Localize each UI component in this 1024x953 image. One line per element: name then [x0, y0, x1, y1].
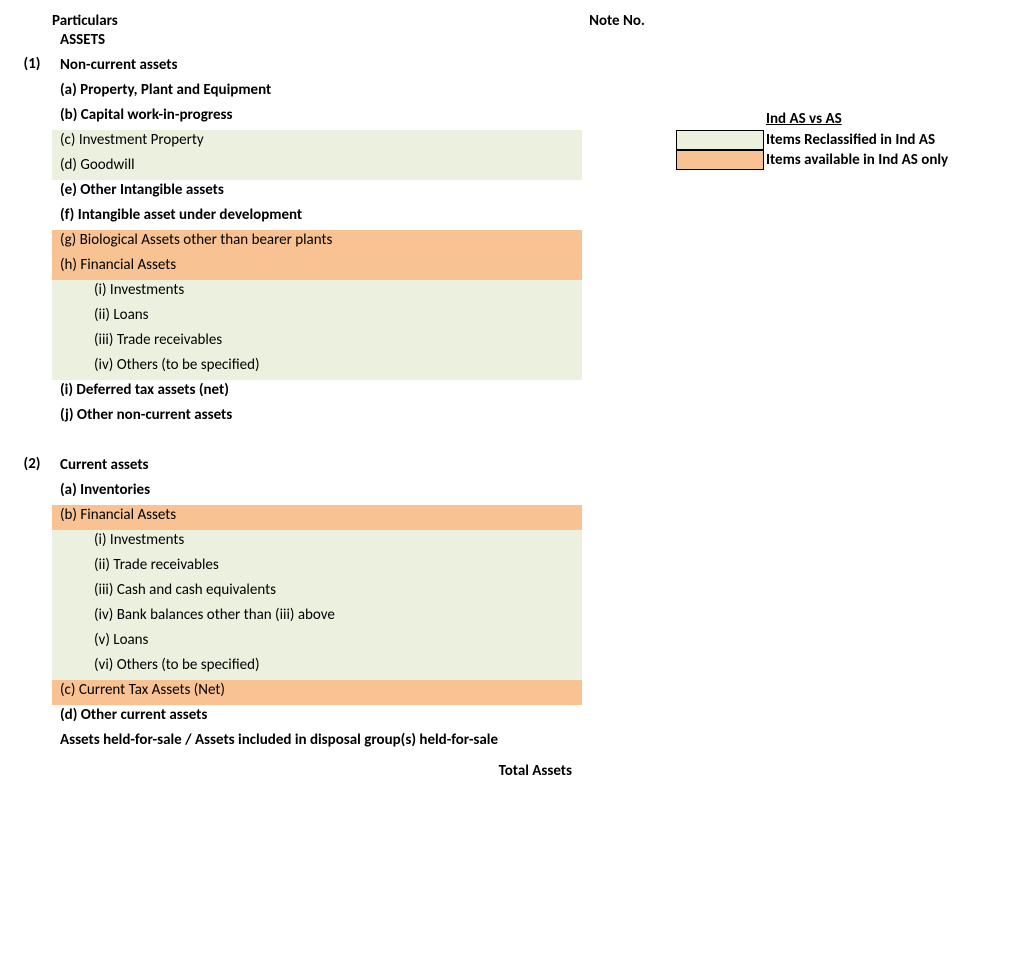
- note-cell: [582, 705, 652, 730]
- note-cell: [582, 305, 652, 330]
- row-index: [12, 305, 52, 330]
- note-cell: [582, 655, 652, 680]
- note-cell: [582, 630, 652, 655]
- table-row: (ii) Loans: [52, 305, 582, 330]
- table-row: (a) Property, Plant and Equipment: [52, 80, 582, 105]
- note-cell: [582, 555, 652, 580]
- table-row: (iv) Bank balances other than (iii) abov…: [52, 605, 582, 630]
- table-row: (iv) Others (to be specified): [52, 355, 582, 380]
- table-row: (f) Intangible asset under development: [52, 205, 582, 230]
- table-row: (i) Deferred tax assets (net): [52, 380, 582, 405]
- note-cell: [582, 205, 652, 230]
- note-cell: [582, 280, 652, 305]
- note-cell: [582, 605, 652, 630]
- row-index: [12, 105, 52, 130]
- row-index: [12, 555, 52, 580]
- row-index: [12, 480, 52, 505]
- row-index: [12, 155, 52, 180]
- table-row: (d) Goodwill: [52, 155, 582, 180]
- note-cell: [582, 455, 652, 480]
- note-cell: [582, 105, 652, 130]
- note-cell: [582, 730, 652, 755]
- header-particulars: Particulars: [52, 12, 582, 30]
- total-row: Total Assets: [52, 755, 582, 787]
- table-row: (iii) Cash and cash equivalents: [52, 580, 582, 605]
- assets-table: ParticularsNote No.ASSETS(1)Non-current …: [12, 12, 652, 787]
- row-index: [12, 705, 52, 730]
- table-row: (b) Capital work-in-progress: [52, 105, 582, 130]
- table-row: (iii) Trade receivables: [52, 330, 582, 355]
- note-cell: [582, 55, 652, 80]
- row-index: [12, 280, 52, 305]
- note-cell: [582, 355, 652, 380]
- row-index: [12, 80, 52, 105]
- note-cell: [582, 480, 652, 505]
- table-row: (b) Financial Assets: [52, 505, 582, 530]
- legend-swatch: [676, 130, 764, 150]
- note-cell: [582, 230, 652, 255]
- table-row: (vi) Others (to be specified): [52, 655, 582, 680]
- note-cell: [582, 155, 652, 180]
- legend-label: Items Reclassified in Ind AS: [766, 131, 935, 149]
- legend-row: Items Reclassified in Ind AS: [676, 130, 948, 150]
- row-index: [12, 230, 52, 255]
- note-cell: [582, 505, 652, 530]
- legend-label: Items available in Ind AS only: [766, 151, 948, 169]
- row-index: [12, 730, 52, 755]
- row-index: [12, 505, 52, 530]
- row-index: [12, 605, 52, 630]
- note-cell: [582, 580, 652, 605]
- table-row: (v) Loans: [52, 630, 582, 655]
- table-row: Current assets: [52, 455, 582, 480]
- row-index: [12, 380, 52, 405]
- row-index: (2): [12, 455, 52, 480]
- header-note: Note No.: [582, 12, 652, 30]
- legend-row: Items available in Ind AS only: [676, 150, 948, 170]
- note-cell: [582, 30, 652, 55]
- table-row: ASSETS: [52, 30, 582, 55]
- row-index: [12, 405, 52, 430]
- table-row: (g) Biological Assets other than bearer …: [52, 230, 582, 255]
- note-cell: [582, 405, 652, 430]
- legend-swatch: [676, 150, 764, 170]
- table-row: (ii) Trade receivables: [52, 555, 582, 580]
- note-cell: [582, 380, 652, 405]
- row-index: [12, 30, 52, 55]
- note-cell: [582, 330, 652, 355]
- row-index: [12, 330, 52, 355]
- note-cell: [582, 180, 652, 205]
- table-row: (h) Financial Assets: [52, 255, 582, 280]
- table-row: Assets held-for-sale / Assets included i…: [52, 730, 582, 755]
- row-index: [12, 630, 52, 655]
- table-row: (e) Other Intangible assets: [52, 180, 582, 205]
- table-row: Non-current assets: [52, 55, 582, 80]
- row-index: [12, 130, 52, 155]
- row-index: [12, 255, 52, 280]
- note-cell: [582, 680, 652, 705]
- note-cell: [582, 130, 652, 155]
- legend-title: Ind AS vs AS: [676, 110, 948, 128]
- row-index: [12, 355, 52, 380]
- row-index: [12, 180, 52, 205]
- table-row: (i) Investments: [52, 530, 582, 555]
- table-row: (a) Inventories: [52, 480, 582, 505]
- row-index: [12, 530, 52, 555]
- row-index: [12, 655, 52, 680]
- table-row: (i) Investments: [52, 280, 582, 305]
- row-index: [12, 680, 52, 705]
- legend: Ind AS vs AS Items Reclassified in Ind A…: [676, 110, 948, 170]
- blank-row: [52, 430, 582, 455]
- table-row: (c) Investment Property: [52, 130, 582, 155]
- row-index: [12, 580, 52, 605]
- row-index: (1): [12, 55, 52, 80]
- note-cell: [582, 530, 652, 555]
- note-cell: [582, 255, 652, 280]
- table-row: (j) Other non-current assets: [52, 405, 582, 430]
- table-row: (d) Other current assets: [52, 705, 582, 730]
- table-row: (c) Current Tax Assets (Net): [52, 680, 582, 705]
- note-cell: [582, 80, 652, 105]
- row-index: [12, 205, 52, 230]
